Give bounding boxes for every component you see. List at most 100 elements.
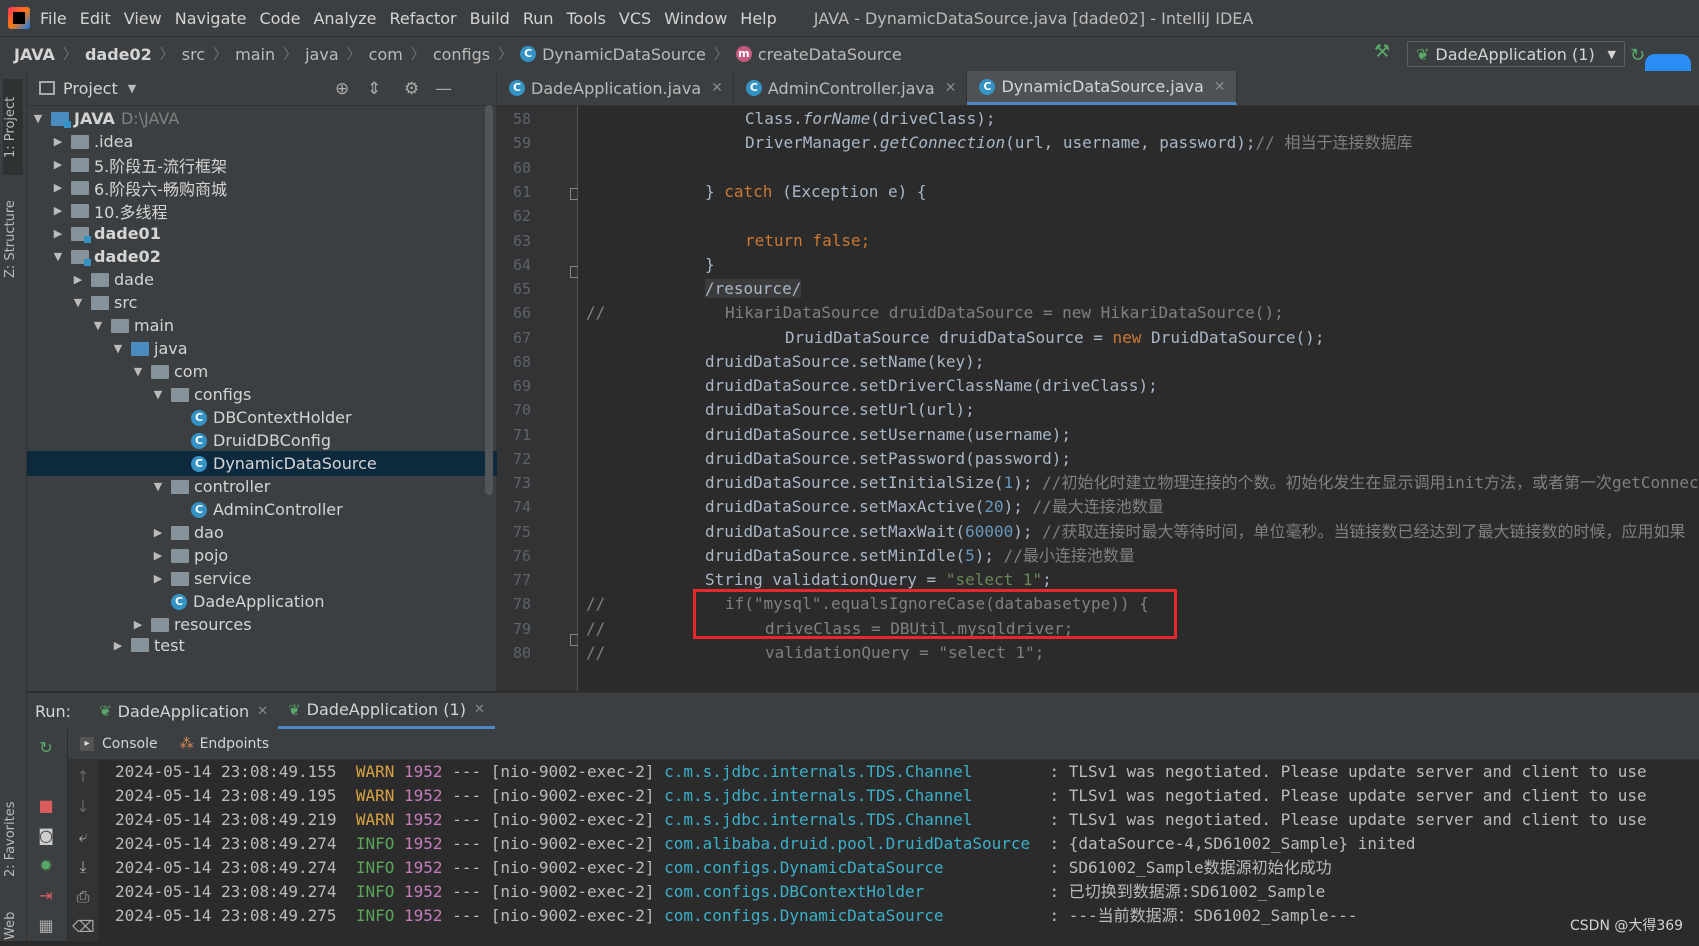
run-panel-header: Run: ❦ DadeApplication ✕ ❦ DadeApplicati…	[27, 692, 1699, 729]
code-line-79: //	[586, 619, 606, 638]
exit-icon[interactable]: ⇥	[35, 885, 57, 907]
tree-item-java[interactable]: ▼ JAVA D:\JAVA	[27, 106, 499, 131]
console-output[interactable]: 2024-05-14 23:08:49.155 WARN 1952 --- [n…	[99, 760, 1699, 941]
tab-label: DadeApplication.java	[531, 78, 702, 98]
breadcrumb-main[interactable]: main	[235, 45, 275, 64]
breadcrumb-java[interactable]: JAVA	[14, 45, 55, 64]
tree-item-main[interactable]: ▼ main	[27, 313, 559, 338]
arrow-up-icon[interactable]: ↑	[72, 766, 94, 788]
menu-code[interactable]: Code	[260, 9, 301, 28]
subtab-console[interactable]: ▸ Console	[80, 736, 158, 752]
expanded-arrow-icon[interactable]: ▼	[151, 388, 165, 401]
close-icon[interactable]: ✕	[945, 80, 957, 96]
project-view-selector[interactable]: Project	[63, 79, 118, 98]
build-hammer-icon[interactable]: ⚒	[1374, 43, 1392, 61]
breadcrumb-configs[interactable]: configs	[433, 45, 490, 64]
expanded-arrow-icon[interactable]: ▼	[131, 365, 145, 378]
menu-run[interactable]: Run	[523, 9, 554, 28]
stop-icon[interactable]: ■	[35, 795, 57, 817]
tab-dadeapplication[interactable]: C DadeApplication.java ✕	[497, 71, 734, 105]
menu-tools[interactable]: Tools	[567, 9, 606, 28]
breadcrumb-createdatasource[interactable]: createDataSource	[758, 45, 902, 64]
tab-admincontroller[interactable]: C AdminController.java ✕	[734, 71, 968, 105]
tool-tab-project[interactable]: 1: Project	[3, 79, 23, 175]
collapsed-arrow-icon[interactable]: ▶	[51, 204, 65, 217]
rerun-icon[interactable]: ↻	[1630, 45, 1645, 66]
breadcrumb-dade02[interactable]: dade02	[85, 45, 152, 64]
expanded-arrow-icon[interactable]: ▼	[151, 480, 165, 493]
collapsed-arrow-icon[interactable]: ▶	[51, 135, 65, 148]
clear-icon[interactable]: ⌫	[72, 916, 95, 938]
breadcrumb-java-dir[interactable]: java	[305, 45, 339, 64]
tree-item-dade02[interactable]: ▼ dade02	[27, 244, 519, 269]
debug-spring-icon[interactable]: ✹	[35, 855, 57, 877]
close-icon[interactable]: ✕	[1214, 79, 1226, 95]
chevron-down-icon[interactable]: ▼	[128, 82, 136, 95]
line-number: 80	[512, 644, 531, 660]
menu-navigate[interactable]: Navigate	[175, 9, 247, 28]
run-tab-dadeapplication-1[interactable]: ❦ DadeApplication (1) ✕	[278, 693, 495, 729]
layout-icon[interactable]: ▦	[35, 915, 57, 937]
breadcrumb-com[interactable]: com	[369, 45, 403, 64]
expanded-arrow-icon[interactable]: ▼	[91, 319, 105, 332]
print-icon[interactable]: ⎙	[72, 886, 94, 908]
collapsed-arrow-icon[interactable]: ▶	[131, 618, 145, 631]
collapsed-arrow-icon[interactable]: ▶	[151, 549, 165, 562]
collapsed-arrow-icon[interactable]: ▶	[51, 158, 65, 171]
expanded-arrow-icon[interactable]: ▼	[51, 250, 65, 263]
collapsed-arrow-icon[interactable]: ▶	[151, 572, 165, 585]
tree-item-dade[interactable]: ▶ dade	[27, 267, 539, 292]
soft-wrap-icon[interactable]: ⤶	[72, 826, 94, 848]
tab-dynamicdatasource[interactable]: C DynamicDataSource.java ✕	[967, 71, 1237, 105]
arrow-down-icon[interactable]: ↓	[72, 796, 94, 818]
expanded-arrow-icon[interactable]: ▼	[31, 112, 45, 125]
collapsed-arrow-icon[interactable]: ▶	[71, 273, 85, 286]
menu-refactor[interactable]: Refactor	[390, 9, 457, 28]
collapse-all-icon[interactable]: ⇕	[367, 79, 381, 99]
project-tree-scrollbar[interactable]	[485, 105, 493, 495]
breadcrumb-src[interactable]: src	[182, 45, 205, 64]
close-icon[interactable]: ✕	[474, 702, 485, 717]
menu-vcs[interactable]: VCS	[619, 9, 651, 28]
run-tab-dadeapplication[interactable]: ❦ DadeApplication ✕	[89, 693, 278, 729]
tree-item-dade01[interactable]: ▶ dade01	[27, 221, 519, 246]
subtab-label: Console	[102, 736, 158, 752]
tool-tab-web[interactable]: Web	[3, 906, 23, 946]
expanded-arrow-icon[interactable]: ▼	[71, 296, 85, 309]
tool-tab-structure[interactable]: Z: Structure	[3, 189, 23, 289]
code-line-66-body: HikariDataSource druidDataSource = new H…	[725, 303, 1284, 322]
camera-icon[interactable]: ◙	[35, 825, 57, 847]
tree-item-idea[interactable]: ▶ .idea	[27, 129, 519, 154]
menu-view[interactable]: View	[124, 9, 162, 28]
menu-help[interactable]: Help	[740, 9, 776, 28]
menu-file[interactable]: File	[40, 9, 67, 28]
rerun-icon[interactable]: ↻	[35, 737, 57, 759]
collapsed-arrow-icon[interactable]: ▶	[51, 181, 65, 194]
expanded-arrow-icon[interactable]: ▼	[111, 342, 125, 355]
close-icon[interactable]: ✕	[257, 704, 268, 719]
collapsed-arrow-icon[interactable]: ▶	[111, 639, 125, 652]
scroll-to-end-icon[interactable]: ⤓	[72, 856, 94, 878]
close-icon[interactable]: ✕	[711, 80, 723, 96]
run-configuration-select[interactable]: ❦ DadeApplication (1) ▼	[1407, 41, 1625, 67]
menu-build[interactable]: Build	[470, 9, 510, 28]
tree-item-multithread[interactable]: ▶ 10.多线程	[27, 198, 519, 223]
tree-item-src[interactable]: ▼ src	[27, 290, 539, 315]
minimize-icon[interactable]: —	[435, 79, 452, 99]
gear-icon[interactable]: ⚙	[404, 79, 419, 99]
subtab-endpoints[interactable]: ⁂ Endpoints	[180, 736, 270, 752]
menu-analyze[interactable]: Analyze	[313, 9, 376, 28]
breadcrumb-dynamicdatasource[interactable]: DynamicDataSource	[542, 45, 706, 64]
project-icon	[39, 81, 55, 95]
tree-item-stage5[interactable]: ▶ 5.阶段五-流行框架	[27, 152, 519, 177]
tool-tab-favorites[interactable]: 2: Favorites	[3, 791, 23, 887]
menu-window[interactable]: Window	[664, 9, 727, 28]
chevron-right-icon: 〉	[283, 47, 298, 63]
locate-icon[interactable]: ⊕	[335, 79, 349, 99]
tree-item-stage6[interactable]: ▶ 6.阶段六-畅购商城	[27, 175, 519, 200]
menu-edit[interactable]: Edit	[80, 9, 111, 28]
collapsed-arrow-icon[interactable]: ▶	[51, 227, 65, 240]
line-number: 61	[512, 183, 531, 201]
code-line-73: druidDataSource.setInitialSize(1); //初始化…	[705, 473, 1699, 492]
collapsed-arrow-icon[interactable]: ▶	[151, 526, 165, 539]
